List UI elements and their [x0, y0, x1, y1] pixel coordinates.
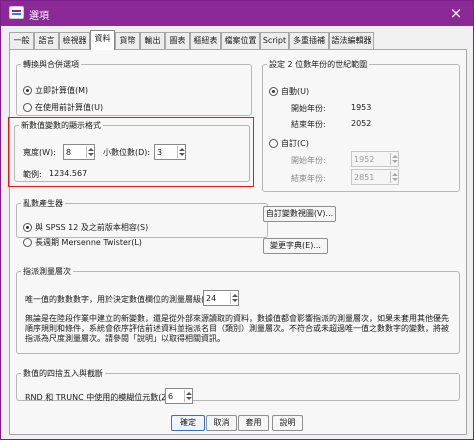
spinner-arrows[interactable] — [86, 146, 94, 158]
apply-button[interactable]: 套用 — [238, 415, 269, 431]
chevron-up-icon[interactable] — [179, 148, 185, 151]
numeric-display-legend: 新數值變數的顯示格式 — [21, 121, 101, 130]
chevron-down-icon[interactable] — [179, 153, 185, 156]
measurement-level-group: 指派測量層次 唯一值的數數數字，用於決定數值欄位的測量層級(N) 24 無論是在… — [16, 266, 460, 354]
close-icon[interactable]: × — [447, 4, 465, 22]
chevron-up-icon[interactable] — [392, 155, 398, 158]
fuzzy-bits-value: 6 — [168, 392, 174, 401]
radio-button-selected[interactable] — [23, 223, 32, 232]
random-number-generator-group: 亂數產生器 與 SPSS 12 及之前版本相容(S) 長週期 Mersenne … — [16, 198, 268, 247]
chevron-down-icon[interactable] — [186, 397, 192, 400]
tab-viewer[interactable]: 檢視器 — [59, 32, 90, 49]
auto-start-year: 1953 — [351, 103, 372, 112]
measurement-threshold-spinner[interactable]: 24 — [203, 290, 239, 306]
help-button[interactable]: 說明 — [272, 415, 303, 431]
calculate-immediately-label: 立即計算值(M) — [35, 86, 89, 95]
transformation-group: 轉換與合併選項 立即計算值(M) 在使用前計算值(U) — [16, 59, 252, 116]
chevron-up-icon[interactable] — [88, 148, 94, 151]
measurement-threshold-value: 24 — [206, 294, 217, 303]
width-spinner[interactable]: 8 — [63, 144, 95, 160]
cancel-button[interactable]: 取消 — [206, 415, 237, 431]
measurement-level-description: 無論是在陸段作業中建立的新變數，還是從外部來源讀取的資料，數據值都會影響指派的測… — [25, 314, 449, 343]
data-tab-panel: 轉換與合併選項 立即計算值(M) 在使用前計算值(U) 新數值變數的顯示格式 寬… — [8, 49, 467, 435]
radio-button-selected[interactable] — [23, 86, 32, 95]
decimals-value: 3 — [157, 148, 163, 157]
tab-general[interactable]: 一般 — [9, 32, 34, 49]
chevron-down-icon[interactable] — [88, 153, 94, 156]
tab-output[interactable]: 輸出 — [140, 32, 165, 49]
chevron-down-icon[interactable] — [392, 178, 398, 181]
random-number-generator-legend: 亂數產生器 — [23, 199, 63, 208]
spinner-arrows[interactable] — [230, 292, 238, 304]
custom-start-year: 1952 — [354, 155, 375, 164]
tab-strip: 一般 語言 檢視器 資料 貨幣 輸出 圖表 樞紐表 檔案位置 Script 多重… — [9, 30, 467, 50]
century-range-group: 設定 2 位數年份的世紀範圍 自動(U) 開始年份: 1953 結束年份: 20… — [262, 59, 460, 192]
measurement-threshold-label: 唯一值的數數數字，用於決定數值欄位的測量層級(N) — [25, 295, 214, 304]
rounding-truncation-group: 數值的四捨五入與截斷 RND 和 TRUNC 中使用的模糊位元數(Z): 6 — [16, 368, 460, 404]
change-dictionary-button[interactable]: 變更字典(E)... — [263, 238, 328, 254]
spinner-arrows[interactable] — [177, 146, 185, 158]
chevron-down-icon[interactable] — [232, 299, 238, 302]
mersenne-twister-label: 長週期 Mersenne Twister(L) — [35, 238, 142, 247]
example-label: 範例: — [23, 170, 42, 179]
auto-end-label: 結束年份: — [291, 120, 326, 129]
tab-data[interactable]: 資料 — [90, 30, 115, 50]
tab-script[interactable]: Script — [260, 32, 289, 49]
example-value: 1234.567 — [49, 169, 88, 178]
automatic-century-label: 自動(U) — [281, 87, 310, 96]
radio-button[interactable] — [269, 139, 278, 148]
fuzzy-bits-label: RND 和 TRUNC 中使用的模糊位元數(Z): — [25, 393, 173, 402]
rounding-truncation-legend: 數值的四捨五入與截斷 — [23, 369, 103, 378]
spss-compatible-label: 與 SPSS 12 及之前版本相容(S) — [35, 223, 149, 232]
tab-file-locations[interactable]: 檔案位置 — [221, 32, 260, 49]
tab-multiple-imputations[interactable]: 多重插補 — [289, 32, 329, 49]
custom-end-spinner[interactable]: 2851 — [351, 169, 399, 185]
chevron-down-icon[interactable] — [392, 160, 398, 163]
custom-end-label: 結束年份: — [291, 174, 326, 183]
chevron-up-icon[interactable] — [186, 392, 192, 395]
custom-start-spinner[interactable]: 1952 — [351, 151, 399, 167]
tab-language[interactable]: 語言 — [34, 32, 59, 49]
chevron-up-icon[interactable] — [392, 173, 398, 176]
radio-button-selected[interactable] — [269, 87, 278, 96]
chevron-up-icon[interactable] — [232, 294, 238, 297]
century-range-legend: 設定 2 位數年份的世紀範圍 — [269, 60, 368, 69]
app-window-icon — [9, 6, 24, 19]
auto-end-year: 2052 — [351, 119, 372, 128]
measurement-level-legend: 指派測量層次 — [23, 267, 71, 276]
calculate-before-use-label: 在使用前計算值(U) — [35, 103, 104, 112]
ok-button[interactable]: 確定 — [171, 415, 205, 431]
tab-pivot-tables[interactable]: 樞紐表 — [190, 32, 221, 49]
custom-variable-view-button[interactable]: 自訂變數視圖(V)... — [263, 206, 336, 222]
spinner-arrows[interactable] — [390, 171, 398, 183]
width-label: 寬度(W): — [23, 148, 56, 157]
width-value: 8 — [66, 148, 72, 157]
tab-currency[interactable]: 貨幣 — [115, 32, 140, 49]
decimals-label: 小數位數(D): — [103, 148, 151, 157]
spinner-arrows[interactable] — [390, 153, 398, 165]
numeric-display-group: 新數值變數的顯示格式 寬度(W): 8 小數位數(D): 3 範例: 1234.… — [14, 120, 250, 182]
window-title: 選項 — [29, 11, 49, 22]
spinner-arrows[interactable] — [184, 390, 192, 402]
radio-button[interactable] — [23, 238, 32, 247]
custom-end-year: 2851 — [354, 173, 375, 182]
tab-syntax-editor[interactable]: 語法編輯器 — [329, 32, 374, 49]
decimals-spinner[interactable]: 3 — [154, 144, 186, 160]
custom-start-label: 開始年份: — [291, 156, 326, 165]
custom-century-label: 自訂(C) — [281, 139, 309, 148]
fuzzy-bits-spinner[interactable]: 6 — [165, 388, 193, 404]
radio-button[interactable] — [23, 103, 32, 112]
transformation-legend: 轉換與合併選項 — [23, 60, 79, 69]
auto-start-label: 開始年份: — [291, 104, 326, 113]
tab-charts[interactable]: 圖表 — [165, 32, 190, 49]
title-bar[interactable]: 選項 × — [1, 1, 473, 26]
options-dialog: 選項 × 一般 語言 檢視器 資料 貨幣 輸出 圖表 樞紐表 檔案位置 Scri… — [0, 0, 474, 440]
